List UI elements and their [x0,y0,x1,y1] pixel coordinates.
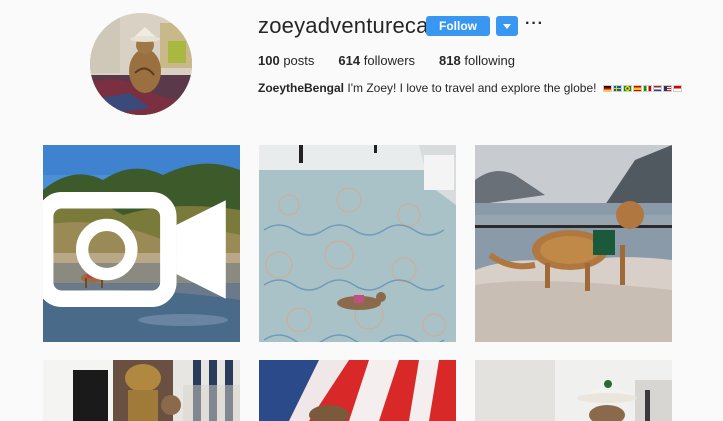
hat-image [475,360,672,421]
profile-username: zoeyadventurecat [258,13,435,38]
profile-avatar[interactable] [90,13,192,115]
bio-text: I'm Zoey! I love to travel and explore t… [347,81,597,95]
avatar-image [90,13,192,115]
profile-stats: 100 posts 614 followers 818 following [258,53,515,68]
followers-stat[interactable]: 614 followers [338,53,415,68]
posts-stat: 100 posts [258,53,314,68]
suggestions-dropdown-button[interactable] [496,16,518,36]
spain-flag-icon [632,85,642,93]
indonesia-flag-icon [672,85,682,93]
post-tile-beach[interactable] [43,145,240,342]
blanket-image [259,360,456,421]
post-tile-hat[interactable] [475,360,672,421]
chevron-down-icon [503,23,511,29]
post-tile-airport[interactable] [259,145,456,342]
following-count: 818 [439,53,461,68]
usa-flag-icon [662,85,672,93]
more-options-button[interactable]: ··· [525,16,544,32]
netherlands-flag-icon [652,85,662,93]
flag-emojis [602,85,682,93]
brazil-flag-icon [622,85,632,93]
posts-count: 100 [258,53,280,68]
profile-bio: ZoeytheBengal I'm Zoey! I love to travel… [258,81,682,95]
statue-image [43,360,240,421]
post-tile-blanket[interactable] [259,360,456,421]
followers-count: 614 [338,53,361,68]
post-tile-lake[interactable] [475,145,672,342]
follow-button[interactable]: Follow [426,16,490,36]
followers-label: followers [363,53,416,68]
following-stat[interactable]: 818 following [439,53,515,68]
germany-flag-icon [602,85,612,93]
bio-name: ZoeytheBengal [258,81,345,95]
sweden-flag-icon [612,85,622,93]
video-icon [43,192,226,307]
post-tile-statue[interactable] [43,360,240,421]
lake-image [475,145,672,342]
posts-label: posts [283,53,315,68]
airport-image [259,145,456,342]
italy-flag-icon [642,85,652,93]
following-label: following [464,53,515,68]
